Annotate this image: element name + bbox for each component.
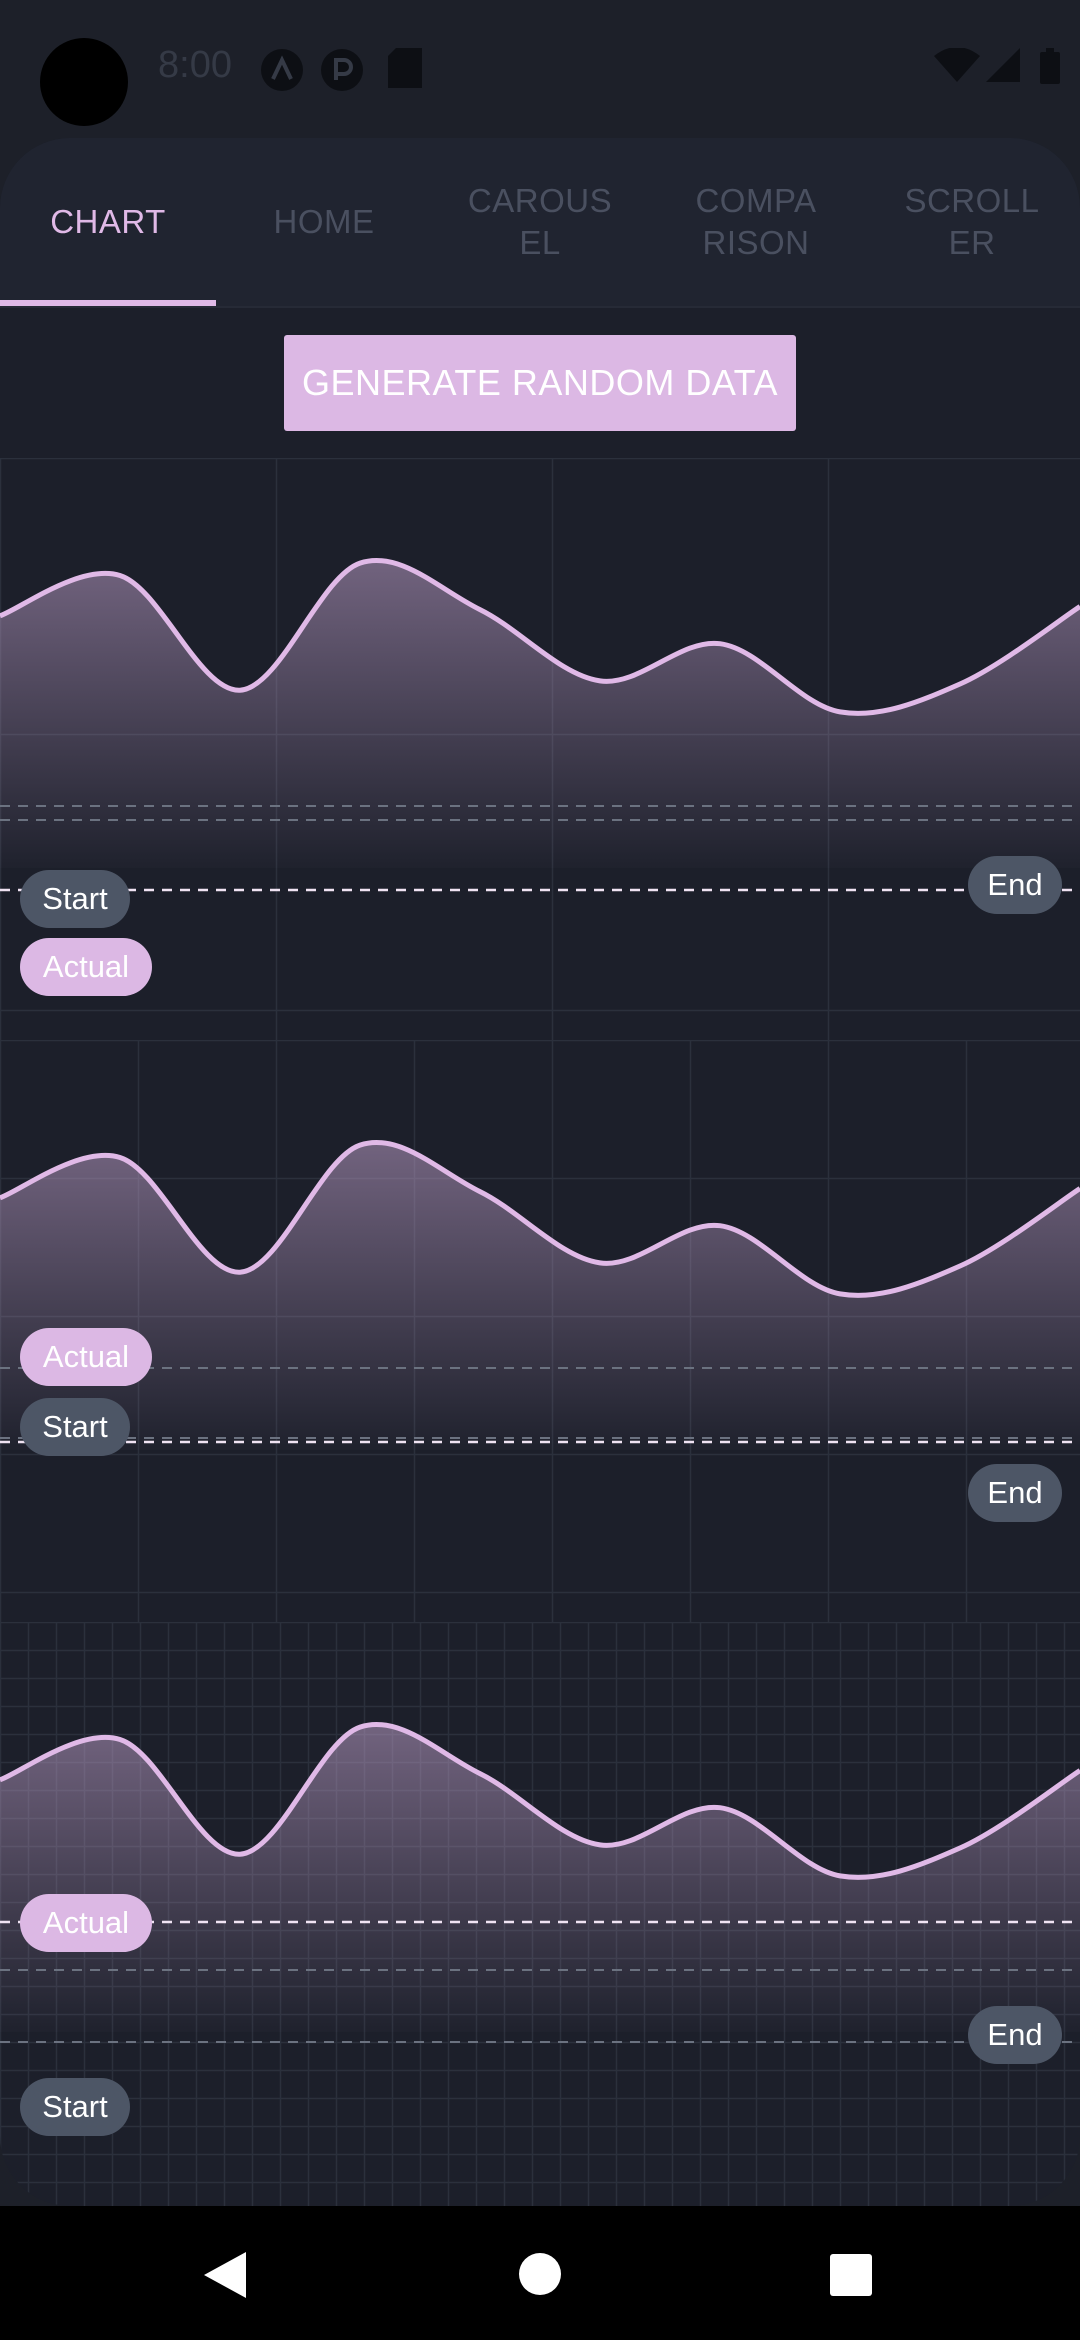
tab-bar: CHART HOME CAROUS EL COMPA RISON SCROLL … <box>0 138 1080 308</box>
chart-2-area <box>0 1142 1080 1450</box>
chart-3-area <box>0 1724 1080 2032</box>
chart-1-start-label: Start <box>20 870 130 928</box>
tab-scroller[interactable]: SCROLL ER <box>864 138 1080 306</box>
tab-home[interactable]: HOME <box>216 138 432 306</box>
status-time: 8:00 <box>158 44 232 86</box>
chart-3: Actual End Start <box>0 1622 1080 2206</box>
chart-3-actual-label: Actual <box>20 1894 152 1952</box>
cellular-signal-icon <box>986 48 1020 82</box>
notification-p-icon <box>321 49 363 91</box>
chart-1-actual-label: Actual <box>20 938 152 996</box>
chart-2-actual-label: Actual <box>20 1328 152 1386</box>
chart-2-start-label: Start <box>20 1398 130 1456</box>
home-icon[interactable] <box>518 2252 562 2296</box>
tab-chart[interactable]: CHART <box>0 138 216 306</box>
wifi-icon <box>934 48 980 82</box>
chart-2-svg <box>0 1040 1080 1622</box>
chart-1: Start Actual End <box>0 458 1080 1040</box>
app-card: CHART HOME CAROUS EL COMPA RISON SCROLL … <box>0 138 1080 2206</box>
chart-1-svg <box>0 458 1080 1040</box>
chart-1-area <box>0 560 1080 868</box>
chart-3-start-label: Start <box>20 2078 130 2136</box>
notification-a-icon <box>261 49 303 91</box>
status-bar: 8:00 <box>0 0 1080 138</box>
tab-comparison[interactable]: COMPA RISON <box>648 138 864 306</box>
chart-3-end-label: End <box>968 2006 1062 2064</box>
back-icon[interactable] <box>204 2252 246 2298</box>
camera-cutout <box>40 38 128 126</box>
chart-3-svg <box>0 1622 1080 2206</box>
sd-card-icon <box>388 48 422 88</box>
recents-icon[interactable] <box>830 2254 872 2296</box>
tab-carousel[interactable]: CAROUS EL <box>432 138 648 306</box>
chart-2: Actual Start End <box>0 1040 1080 1622</box>
chart-1-end-label: End <box>968 856 1062 914</box>
nav-bar <box>0 2206 1080 2340</box>
chart-2-end-label: End <box>968 1464 1062 1522</box>
battery-icon <box>1040 48 1060 84</box>
tab-indicator <box>0 300 216 306</box>
generate-random-data-button[interactable]: GENERATE RANDOM DATA <box>284 335 796 431</box>
